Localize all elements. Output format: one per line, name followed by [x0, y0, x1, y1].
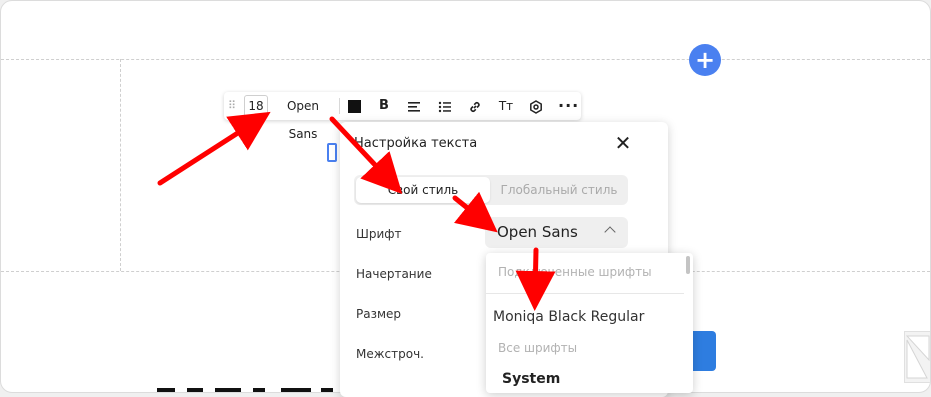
chevron-up-icon: [604, 226, 616, 238]
text-block-handle[interactable]: [327, 143, 337, 162]
all-fonts-header: Все шрифты: [498, 341, 578, 355]
page-button-partial[interactable]: [691, 331, 716, 371]
tab-own-style[interactable]: Свой стиль: [356, 177, 490, 203]
align-left-icon[interactable]: [406, 92, 422, 120]
text-toolbar: ⠿ 18 Open Sans B Tт ···: [224, 92, 581, 141]
dropdown-scrollbar[interactable]: [686, 256, 690, 274]
style-tabs: Свой стиль Глобальный стиль: [354, 175, 628, 205]
font-family-button[interactable]: Open Sans: [272, 92, 334, 141]
color-swatch-icon[interactable]: [348, 100, 361, 113]
gear-icon[interactable]: [528, 92, 544, 120]
font-row-label: Шрифт: [356, 227, 402, 241]
side-thumbnail[interactable]: [904, 331, 930, 383]
add-block-button[interactable]: +: [689, 44, 721, 76]
link-icon[interactable]: [467, 92, 483, 120]
weight-row-label: Начертание: [356, 267, 432, 281]
font-option-moniqa[interactable]: Moniqa Black Regular: [493, 309, 644, 325]
panel-title: Настройка текста: [354, 136, 478, 151]
toolbar-divider: [339, 98, 340, 114]
size-row-label: Размер: [356, 307, 402, 321]
thumbnail-image-icon: [905, 335, 930, 379]
list-icon[interactable]: [437, 92, 453, 120]
column-guide: [120, 59, 121, 271]
drag-handle-icon[interactable]: ⠿: [227, 92, 237, 120]
dropdown-divider: [486, 293, 684, 294]
connected-fonts-header: Подключенные шрифты: [498, 265, 652, 279]
tab-global-style[interactable]: Глобальный стиль: [492, 177, 626, 203]
more-icon[interactable]: ···: [558, 92, 578, 120]
text-size-icon[interactable]: Tт: [496, 92, 516, 120]
line-height-row-label: Межстроч.: [356, 347, 424, 361]
font-option-system[interactable]: System: [502, 371, 560, 387]
section-guide-top: [1, 59, 930, 60]
bold-icon[interactable]: B: [376, 92, 392, 120]
close-icon[interactable]: ✕: [612, 132, 634, 154]
font-size-field[interactable]: 18: [244, 95, 268, 117]
font-dropdown: Подключенные шрифты Moniqa Black Regular…: [486, 253, 693, 393]
font-select-value: Open Sans: [497, 223, 578, 241]
partial-heading-text: [157, 388, 333, 392]
font-select[interactable]: Open Sans: [485, 217, 628, 248]
